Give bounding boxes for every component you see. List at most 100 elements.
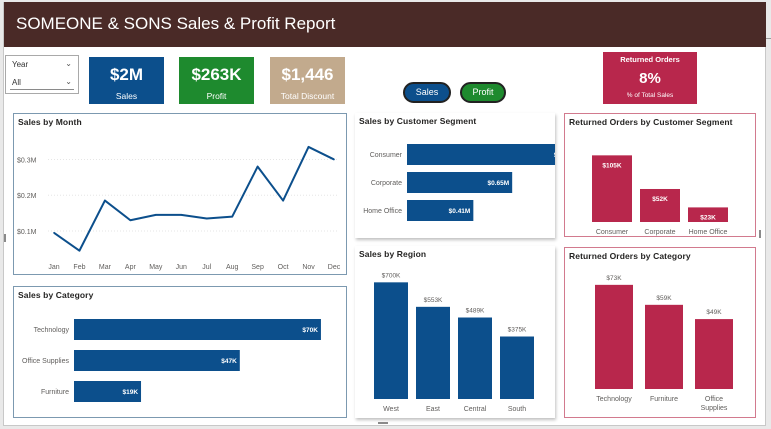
kpi-discount-card: $1,446 Total Discount xyxy=(270,57,345,104)
divider xyxy=(766,38,771,39)
category-label: Consumer xyxy=(370,152,403,159)
x-tick-label: Jun xyxy=(176,264,187,271)
resize-handle[interactable] xyxy=(4,234,6,242)
data-point xyxy=(180,214,183,216)
x-tick-label: May xyxy=(149,264,163,271)
kpi-profit-label: Profit xyxy=(206,91,227,101)
x-tick-label: Aug xyxy=(226,264,239,271)
profit-toggle-button[interactable]: Profit xyxy=(460,82,506,103)
data-label: $700K xyxy=(382,272,401,279)
data-label: $59K xyxy=(656,295,672,302)
category-label: Consumer xyxy=(596,229,629,236)
sales-by-customer-segment-panel[interactable]: Sales by Customer Segment Consumer$1.06M… xyxy=(355,113,555,238)
data-label: $70K xyxy=(302,327,318,334)
data-label: $375K xyxy=(508,327,527,334)
chevron-down-icon[interactable]: ⌄ xyxy=(65,59,72,68)
x-tick-label: Apr xyxy=(125,264,137,271)
data-point xyxy=(256,165,259,168)
resize-handle[interactable] xyxy=(759,230,761,238)
category-label: Home Office xyxy=(363,208,402,215)
bar xyxy=(458,317,492,399)
bar xyxy=(640,188,680,222)
sales-toggle-button[interactable]: Sales xyxy=(403,82,451,103)
kpi-profit-card: $263K Profit xyxy=(179,57,254,104)
data-point xyxy=(78,249,81,252)
bar xyxy=(416,306,450,399)
category-label: East xyxy=(426,406,440,413)
category-label: Corporate xyxy=(644,229,675,236)
sales-by-customer-segment-chart: Consumer $1.06M Corporate $0.65M Home Office… xyxy=(363,144,555,221)
kpi-profit-value: $263K xyxy=(191,65,242,84)
report-title: SOMEONE & SONS Sales & Profit Report xyxy=(16,14,336,33)
data-point xyxy=(155,214,157,216)
y-tick-label: $0.3M xyxy=(17,157,37,164)
data-label: $49K xyxy=(706,309,722,316)
sales-by-category-chart: Technology $70K Office Supplies $47K Furnitu… xyxy=(22,319,321,402)
category-label: Central xyxy=(464,406,487,413)
bar xyxy=(595,284,633,389)
x-tick-label: Jan xyxy=(48,264,59,271)
returned-card-value: 8% xyxy=(639,70,661,87)
data-point xyxy=(129,219,132,222)
x-tick-label: Feb xyxy=(73,264,85,271)
kpi-sales-card: $2M Sales xyxy=(89,57,164,104)
data-label: $1.06M xyxy=(554,152,555,159)
returned-by-category-panel[interactable]: Returned Orders by Category $73K Technolo… xyxy=(564,247,756,418)
kpi-discount-label: Total Discount xyxy=(280,91,335,101)
sales-by-region-panel[interactable]: Sales by Region $700K West $553K East $489K C… xyxy=(355,246,555,418)
data-label: $105K xyxy=(602,162,621,169)
bar xyxy=(645,304,683,389)
bar xyxy=(695,319,733,389)
data-label: $73K xyxy=(606,275,622,282)
data-label: $553K xyxy=(424,297,443,304)
chevron-down-icon[interactable]: ⌄ xyxy=(65,77,72,86)
returned-by-segment-chart: $105K Consumer $52K Corporate $23K Home Offic… xyxy=(592,155,728,236)
returned-by-segment-panel[interactable]: Returned Orders by Customer Segment $105… xyxy=(564,113,756,237)
data-label: $23K xyxy=(700,214,716,221)
category-label: West xyxy=(383,406,399,413)
category-label: Office Supplies xyxy=(22,358,69,365)
x-tick-label: Sep xyxy=(251,264,264,271)
kpi-sales-value: $2M xyxy=(109,65,144,84)
category-label: South xyxy=(508,406,526,413)
bar xyxy=(374,282,408,399)
year-slicer[interactable]: Year ⌄ All ⌄ xyxy=(5,55,79,94)
returned-orders-card: Returned Orders 8% % of Total Sales xyxy=(603,52,697,104)
data-point xyxy=(333,158,335,161)
kpi-discount-value: $1,446 xyxy=(281,65,334,84)
sales-by-region-chart: $700K West $553K East $489K Central $375K South xyxy=(374,272,534,413)
sales-by-month-panel[interactable]: Sales by Month $0.1M $0.2M $0.3M Jan Feb Mar A… xyxy=(13,113,347,275)
returned-card-title: Returned Orders xyxy=(620,55,680,64)
bar xyxy=(407,144,555,165)
category-label: Furniture xyxy=(41,389,69,396)
sales-by-month-chart: $0.1M $0.2M $0.3M Jan Feb Mar Apr May Jun Jul Aug S… xyxy=(17,145,341,271)
data-point xyxy=(53,231,55,234)
category-label: Technology xyxy=(34,327,70,334)
sales-line xyxy=(53,145,335,252)
y-tick-label: $0.2M xyxy=(17,193,37,200)
sales-by-category-panel[interactable]: Sales by Category Technology $70K Office S… xyxy=(13,286,347,418)
category-label: Furniture xyxy=(650,396,678,403)
data-label: $0.41M xyxy=(449,208,471,215)
y-tick-label: $0.1M xyxy=(17,229,37,236)
x-tick-label: Jul xyxy=(202,264,211,271)
bar xyxy=(74,350,240,371)
slicer-value[interactable]: All xyxy=(12,78,21,87)
returned-by-category-chart: $73K Technology $59K Furniture $49K Office Sup… xyxy=(595,275,733,412)
data-label: $0.65M xyxy=(487,180,509,187)
category-label: Corporate xyxy=(371,180,402,187)
report-header: SOMEONE & SONS Sales & Profit Report xyxy=(4,2,766,47)
bar xyxy=(500,336,534,399)
data-label: $47K xyxy=(221,358,237,365)
category-label: Supplies xyxy=(701,405,728,412)
data-label: $19K xyxy=(122,389,138,396)
slicer-underline xyxy=(10,89,74,90)
category-label: Home Office xyxy=(689,229,728,236)
x-tick-label: Oct xyxy=(278,264,289,271)
data-point xyxy=(282,199,284,202)
data-label: $52K xyxy=(652,196,668,203)
x-tick-label: Dec xyxy=(328,264,341,271)
category-label: Office xyxy=(705,396,723,403)
x-tick-label: Nov xyxy=(302,264,315,271)
resize-handle[interactable] xyxy=(378,422,388,424)
